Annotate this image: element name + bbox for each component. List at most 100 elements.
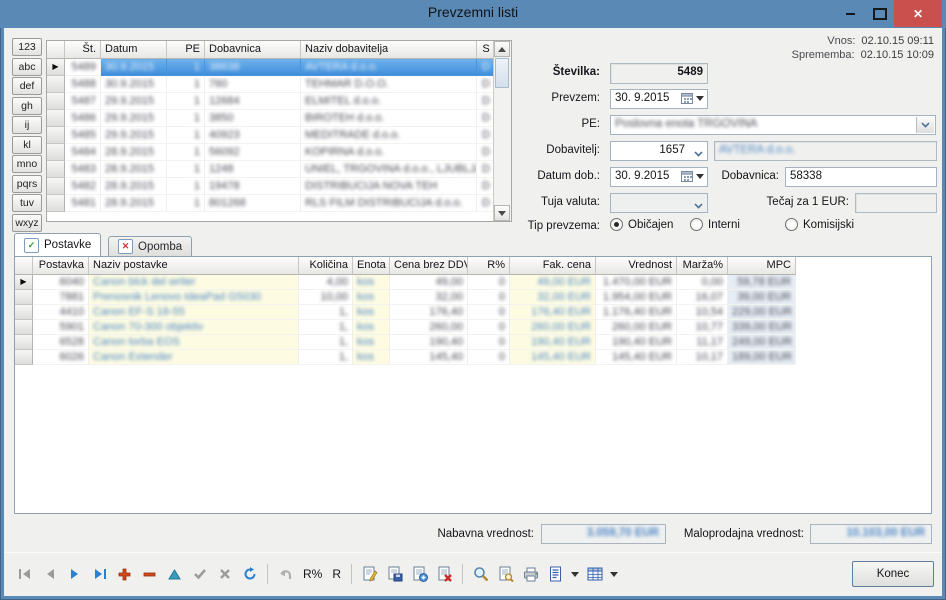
column-header-postavka[interactable]: Postavka — [33, 257, 89, 275]
row-selector[interactable] — [15, 305, 33, 320]
cell-r[interactable]: 0 — [468, 350, 510, 365]
tuja-valuta-dropdown-icon[interactable] — [694, 200, 703, 212]
date-dropdown-icon[interactable] — [696, 174, 704, 179]
cell-st[interactable]: 5481 — [65, 195, 101, 212]
scroll-down-button[interactable] — [494, 205, 510, 221]
alpha-filter-tuv[interactable]: tuv — [12, 194, 42, 212]
cell-datum[interactable]: 29.9.2015 — [101, 93, 167, 110]
table-row[interactable]: 6528Canon torba EOS1,kos190,400190,40 EU… — [15, 335, 931, 350]
cell-marza[interactable]: 10,77 — [677, 320, 728, 335]
cell-datum[interactable]: 28.9.2015 — [101, 144, 167, 161]
cell-enota[interactable]: kos — [353, 350, 390, 365]
cell-datum[interactable]: 29.9.2015 — [101, 110, 167, 127]
radio-interni[interactable]: Interni — [690, 218, 740, 231]
cell-postavka[interactable]: 5901 — [33, 320, 89, 335]
cell-dobavnica[interactable]: 56092 — [205, 144, 301, 161]
table-row[interactable]: 548629.9.201513850BIROTEH d.o.o.D — [47, 110, 511, 127]
grid-view-dropdown-button[interactable] — [607, 562, 621, 586]
cell-vrednost[interactable]: 190,40 EUR — [596, 335, 677, 350]
cell-cena[interactable]: 145,40 — [390, 350, 468, 365]
cell-st[interactable]: 5488 — [65, 76, 101, 93]
cell-fak[interactable]: 145,40 EUR — [510, 350, 596, 365]
document-save-button[interactable] — [382, 562, 407, 586]
table-row[interactable]: 548830.9.20151760TEHMAR D.O.O.D — [47, 76, 511, 93]
tuja-valuta-combo[interactable] — [610, 193, 708, 213]
konec-button[interactable]: Konec — [852, 561, 934, 587]
cell-naziv[interactable]: UNIEL, TRGOVINA d.o.o., LJUBLJANA — [301, 161, 477, 178]
table-row[interactable]: 5901Canon 70-300 objektiv1,kos260,000260… — [15, 320, 931, 335]
rabat-percent-button[interactable]: R% — [298, 567, 327, 581]
cell-marza[interactable]: 16,07 — [677, 290, 728, 305]
alpha-filter-mno[interactable]: mno — [12, 155, 42, 173]
dobavnica-field[interactable]: 58338 — [785, 167, 937, 187]
cell-mpc[interactable]: 249,00 EUR — [728, 335, 796, 350]
cell-pe[interactable]: 1 — [167, 127, 205, 144]
rabat-button[interactable]: R — [327, 567, 346, 581]
insert-record-button[interactable] — [112, 562, 137, 586]
cell-kolicina[interactable]: 4,00 — [299, 275, 353, 290]
report-button[interactable] — [543, 562, 568, 586]
cell-st[interactable]: 5483 — [65, 161, 101, 178]
alpha-filter-pqrs[interactable]: pqrs — [12, 175, 42, 193]
cell-fak[interactable]: 190,40 EUR — [510, 335, 596, 350]
cell-mpc[interactable]: 39,00 EUR — [728, 290, 796, 305]
cell-marza[interactable]: 10,54 — [677, 305, 728, 320]
cell-naziv[interactable]: AVTERA d.o.o. — [301, 59, 477, 76]
row-selector[interactable] — [47, 93, 65, 110]
cell-naziv[interactable]: Canon Extender — [89, 350, 299, 365]
row-selector[interactable] — [47, 110, 65, 127]
grid-view-button[interactable] — [582, 562, 607, 586]
row-selector[interactable] — [47, 127, 65, 144]
column-header-naziv[interactable]: Naziv postavke — [89, 257, 299, 275]
pe-combo[interactable]: Poslovna enota TRGOVINA — [610, 115, 936, 135]
first-record-button[interactable] — [12, 562, 37, 586]
calendar-icon[interactable] — [681, 92, 693, 104]
cell-datum[interactable]: 30.9.2015 — [101, 59, 167, 76]
column-header-pe[interactable]: PE — [167, 41, 205, 59]
cell-kolicina[interactable]: 1, — [299, 305, 353, 320]
row-selector[interactable] — [15, 320, 33, 335]
cell-postavka[interactable]: 6528 — [33, 335, 89, 350]
table-row[interactable]: 548529.9.2015140923MEDITRADE d.o.o.D — [47, 127, 511, 144]
cell-mpc[interactable]: 189,00 EUR — [728, 350, 796, 365]
cell-st[interactable]: 5489 — [65, 59, 101, 76]
date-dropdown-icon[interactable] — [696, 96, 704, 101]
cell-postavka[interactable]: 6026 — [33, 350, 89, 365]
cell-postavka[interactable]: 4410 — [33, 305, 89, 320]
row-selector[interactable] — [47, 144, 65, 161]
cell-vrednost[interactable]: 260,00 EUR — [596, 320, 677, 335]
cell-kolicina[interactable]: 10,00 — [299, 290, 353, 305]
table-row[interactable]: ▶6040Canon blck del writer4,00kos49,0004… — [15, 275, 931, 290]
table-row[interactable]: 7881Prenosnik Lenovo IdeaPad G503010,00k… — [15, 290, 931, 305]
tab-opomba[interactable]: ✕ Opomba — [108, 236, 192, 256]
table-row[interactable]: 548128.9.20151801268RLS FILM DISTRIBUCIJ… — [47, 195, 511, 212]
cell-enota[interactable]: kos — [353, 320, 390, 335]
table-row[interactable]: 548428.9.2015156092KOPIRNA d.o.o.D — [47, 144, 511, 161]
column-header-st[interactable]: Št. — [65, 41, 101, 59]
cell-naziv[interactable]: ELMITEL d.o.o. — [301, 93, 477, 110]
cell-r[interactable]: 0 — [468, 290, 510, 305]
table-row[interactable]: 548228.9.2015119478DISTRIBUCIJA NOVA TEH… — [47, 178, 511, 195]
column-header-selector[interactable] — [47, 41, 65, 59]
cell-st[interactable]: 5486 — [65, 110, 101, 127]
prior-record-button[interactable] — [37, 562, 62, 586]
column-header-mpc[interactable]: MPC — [728, 257, 796, 275]
cell-vrednost[interactable]: 1.954,00 EUR — [596, 290, 677, 305]
column-header-vrednost[interactable]: Vrednost — [596, 257, 677, 275]
document-add-button[interactable] — [407, 562, 432, 586]
cell-st[interactable]: 5487 — [65, 93, 101, 110]
cell-r[interactable]: 0 — [468, 275, 510, 290]
cell-datum[interactable]: 28.9.2015 — [101, 161, 167, 178]
cell-cena[interactable]: 49,00 — [390, 275, 468, 290]
cell-mpc[interactable]: 59,78 EUR — [728, 275, 796, 290]
column-header-selector[interactable] — [15, 257, 33, 275]
cell-dobavnica[interactable]: 760 — [205, 76, 301, 93]
cell-naziv[interactable]: Canon blck del writer — [89, 275, 299, 290]
cell-st[interactable]: 5485 — [65, 127, 101, 144]
cell-marza[interactable]: 0,00 — [677, 275, 728, 290]
cell-fak[interactable]: 260,00 EUR — [510, 320, 596, 335]
alpha-filter-kl[interactable]: kl — [12, 136, 42, 154]
maximize-button[interactable] — [868, 0, 892, 27]
alpha-filter-gh[interactable]: gh — [12, 97, 42, 115]
alpha-filter-123[interactable]: 123 — [12, 38, 42, 56]
